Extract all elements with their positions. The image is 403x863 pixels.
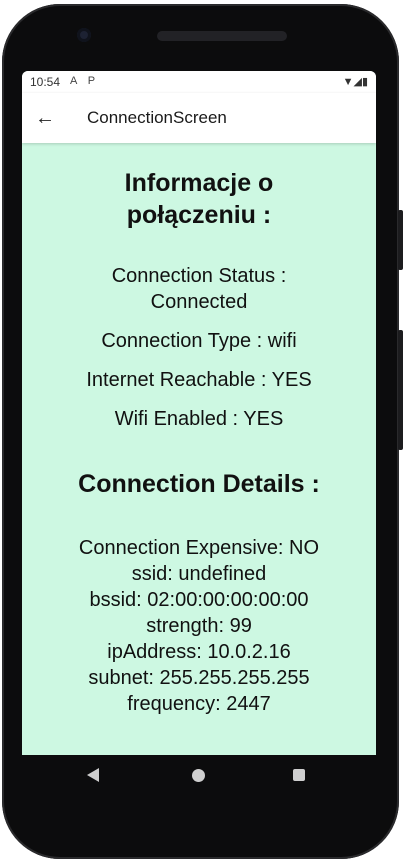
nav-home-icon[interactable]	[192, 769, 205, 782]
connection-type: Connection Type : wifi	[101, 330, 297, 352]
connection-status-value: Connected	[150, 291, 248, 313]
connection-content: Informacje o połączeniu : Connection Sta…	[22, 143, 376, 717]
system-nav-bar	[22, 755, 376, 799]
connection-status-label: Connection Status :	[111, 265, 287, 287]
info-heading-line2: połączeniu :	[126, 201, 272, 229]
wifi-enabled: Wifi Enabled : YES	[114, 408, 284, 430]
front-camera	[77, 28, 91, 42]
detail-bssid: bssid: 02:00:00:00:00:00	[89, 589, 309, 611]
detail-frequency: frequency: 2447	[127, 693, 271, 715]
screen-title: ConnectionScreen	[87, 108, 227, 127]
detail-ssid: ssid: undefined	[131, 563, 267, 585]
volume-button	[398, 330, 403, 450]
status-bar: 10:54 A P ▼◢▮	[22, 71, 376, 93]
phone-frame: 10:54 A P ▼◢▮ ← ConnectionScreen Informa…	[0, 0, 403, 863]
signal-battery-icons: ▼◢▮	[342, 76, 368, 88]
detail-subnet: subnet: 255.255.255.255	[88, 667, 310, 689]
nav-back-icon[interactable]	[87, 768, 99, 782]
info-heading-line1: Informacje o	[124, 169, 274, 197]
status-time: 10:54	[30, 75, 61, 89]
detail-expensive: Connection Expensive: NO	[78, 537, 320, 559]
internet-reachable: Internet Reachable : YES	[86, 369, 312, 391]
notification-icons: A P	[70, 75, 100, 87]
power-button	[398, 210, 403, 270]
earpiece-speaker	[157, 31, 287, 41]
detail-ip-address: ipAddress: 10.0.2.16	[107, 641, 291, 663]
nav-recents-icon[interactable]	[293, 769, 305, 781]
screen: 10:54 A P ▼◢▮ ← ConnectionScreen Informa…	[22, 71, 376, 755]
back-arrow-icon[interactable]: ←	[32, 105, 58, 131]
app-bar: ← ConnectionScreen	[22, 93, 376, 143]
detail-strength: strength: 99	[146, 615, 252, 637]
details-heading: Connection Details :	[78, 470, 320, 498]
